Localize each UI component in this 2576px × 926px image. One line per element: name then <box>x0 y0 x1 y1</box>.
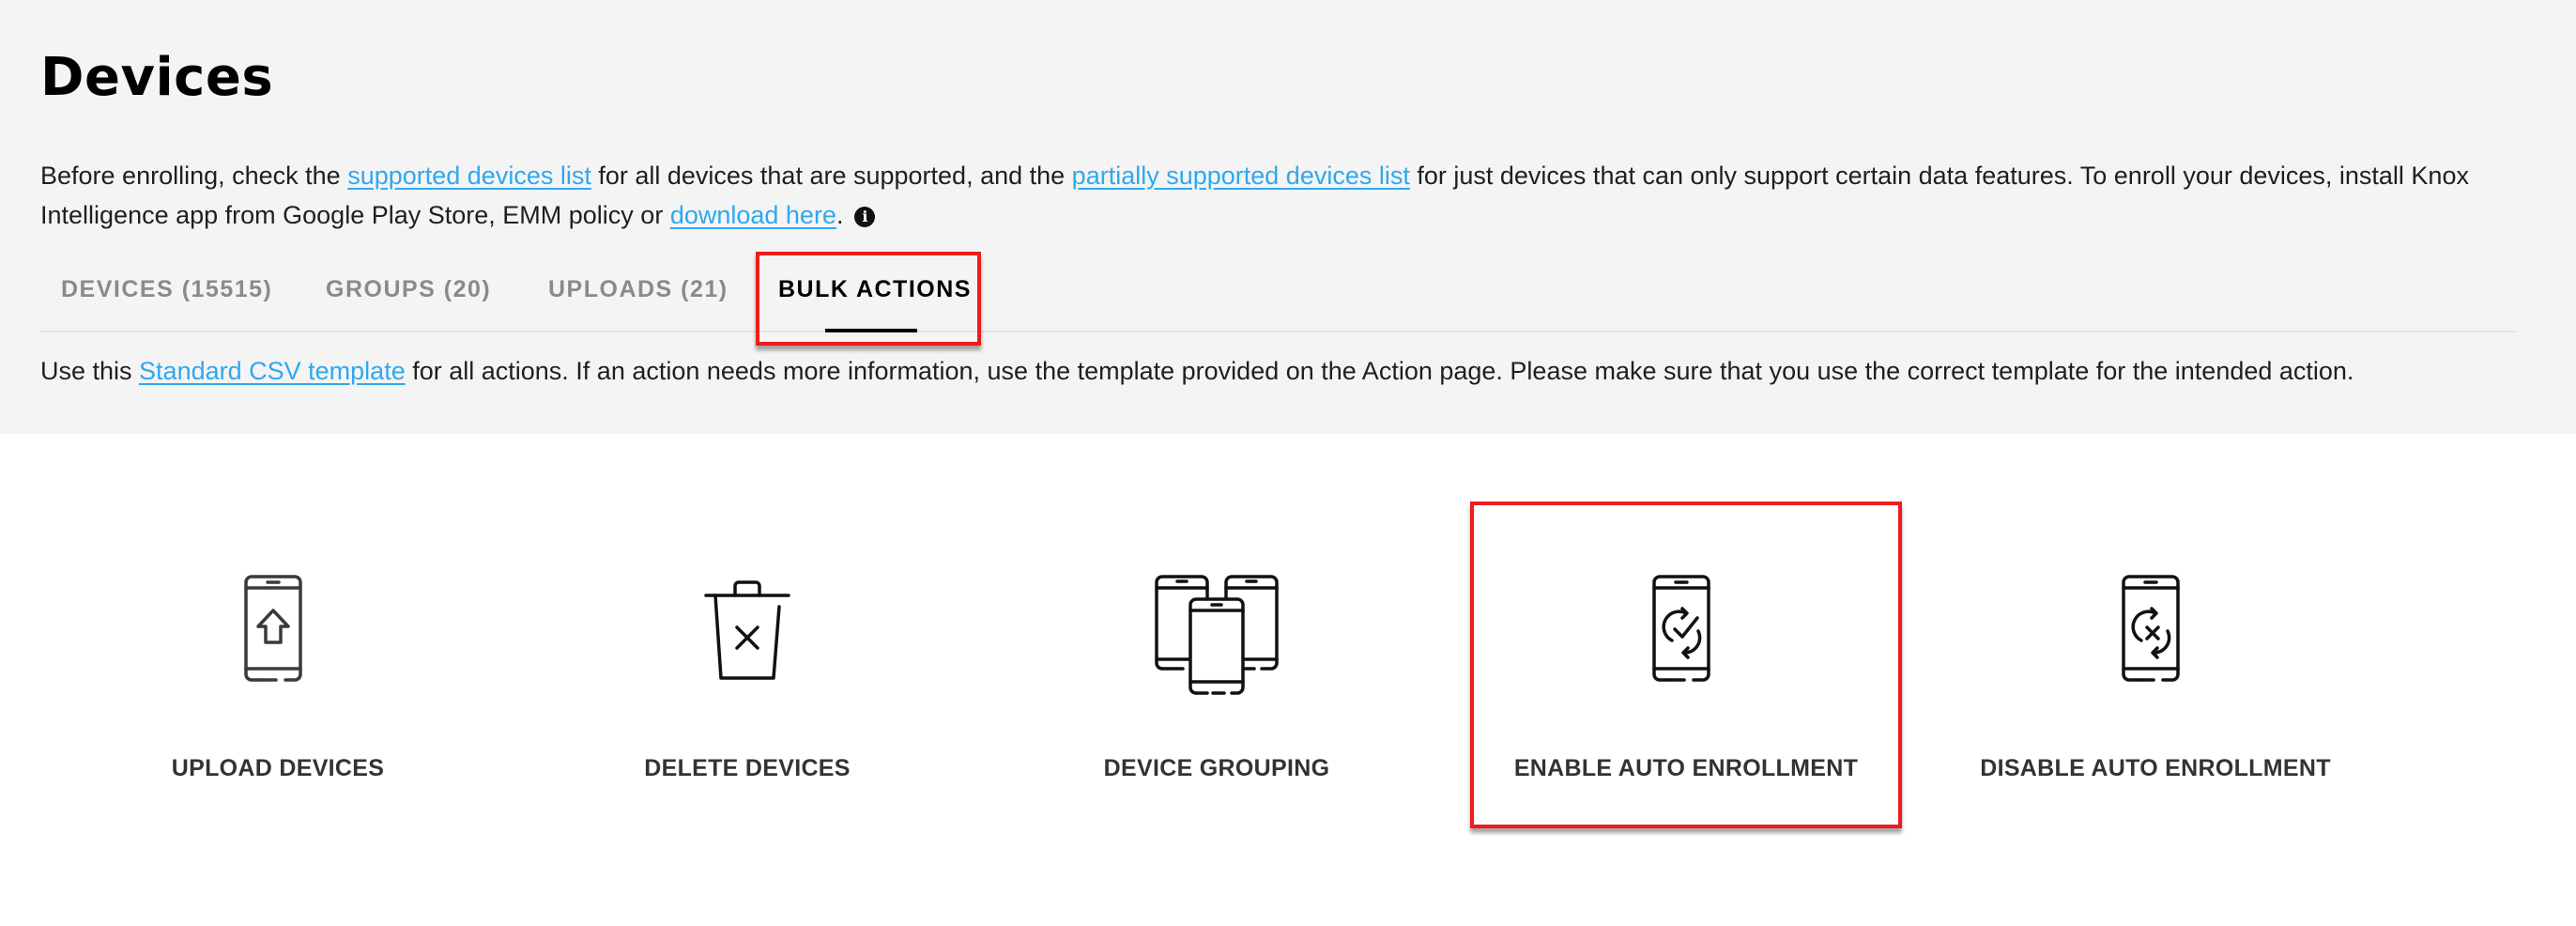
action-label: DEVICE GROUPING <box>1103 755 1330 781</box>
csv-note-text: for all actions. If an action needs more… <box>405 357 2354 385</box>
action-label: ENABLE AUTO ENROLLMENT <box>1513 755 1859 781</box>
upload-devices-action[interactable]: UPLOAD DEVICES <box>71 575 484 782</box>
csv-note-text: Use this <box>40 357 140 385</box>
trash-x-icon <box>704 580 790 680</box>
standard-csv-template-link[interactable]: Standard CSV template <box>139 357 406 385</box>
tab-bar: DEVICES (15515) GROUPS (20) UPLOADS (21)… <box>40 254 2517 332</box>
page-title: Devices <box>40 47 274 108</box>
page-header: Devices Before enrolling, check the supp… <box>0 0 2576 434</box>
active-tab-indicator <box>825 329 917 332</box>
phone-sync-x-icon <box>2122 575 2180 682</box>
phones-group-icon <box>1155 575 1279 695</box>
csv-template-note: Use this Standard CSV template for all a… <box>40 357 2354 386</box>
tab-bulk-actions[interactable]: BULK ACTIONS <box>778 276 972 303</box>
supported-devices-link[interactable]: supported devices list <box>347 162 591 190</box>
intro-text-part: for all devices that are supported, and … <box>590 162 1072 190</box>
intro-text-part: Before enrolling, check the <box>40 162 348 190</box>
action-label: UPLOAD DEVICES <box>171 755 385 781</box>
delete-devices-action[interactable]: DELETE DEVICES <box>541 575 954 782</box>
phone-upload-icon <box>244 575 302 682</box>
device-grouping-action[interactable]: DEVICE GROUPING <box>1010 575 1423 782</box>
enable-auto-enrollment-action[interactable]: ENABLE AUTO ENROLLMENT <box>1480 575 1893 782</box>
bulk-actions-grid: UPLOAD DEVICES DELETE DEVICES DEVICE GRO… <box>0 434 2576 926</box>
action-label: DELETE DEVICES <box>644 755 851 781</box>
intro-text-part: . <box>836 201 844 229</box>
info-icon[interactable]: i <box>854 207 876 227</box>
tab-uploads[interactable]: UPLOADS (21) <box>548 276 728 303</box>
phone-sync-check-icon <box>1652 575 1710 682</box>
action-label: DISABLE AUTO ENROLLMENT <box>1980 755 2331 781</box>
disable-auto-enrollment-action[interactable]: DISABLE AUTO ENROLLMENT <box>1949 575 2362 782</box>
intro-text: Before enrolling, check the supported de… <box>40 156 2519 235</box>
partially-supported-devices-link[interactable]: partially supported devices list <box>1072 162 1410 190</box>
download-here-link[interactable]: download here <box>670 201 836 229</box>
tab-groups[interactable]: GROUPS (20) <box>326 276 491 303</box>
tab-devices[interactable]: DEVICES (15515) <box>61 276 272 303</box>
